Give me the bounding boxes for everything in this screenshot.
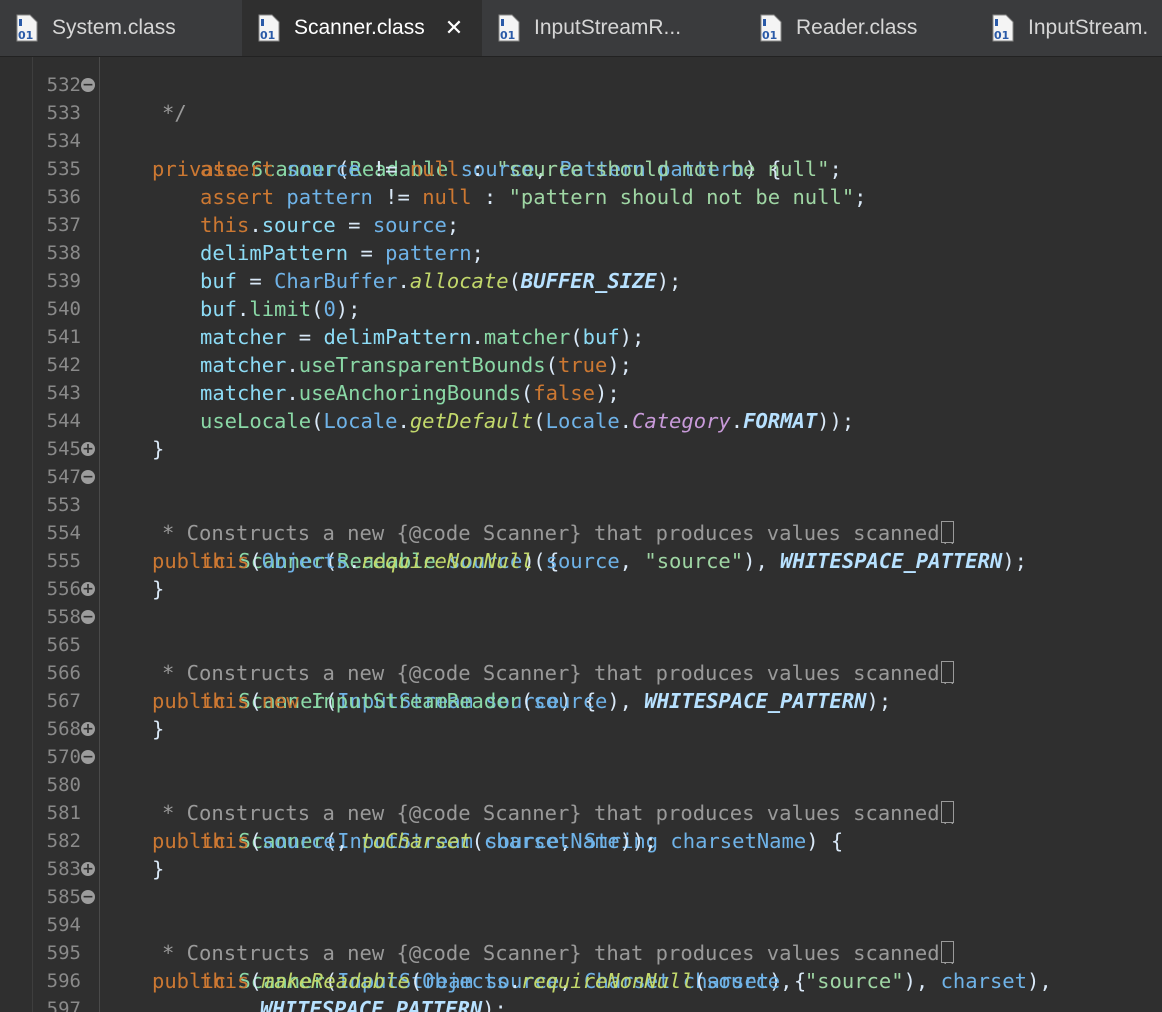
tab-label: InputStreamR... — [534, 16, 682, 39]
code-line: 544 } — [0, 379, 1162, 461]
editor-tab-bar: 01 System.class 01 Scanner.class ✕ 01 In… — [0, 0, 1162, 57]
code-line: 553 − public Scanner(Readable source) { — [0, 463, 1162, 573]
code-line: 532 */ — [0, 57, 1162, 125]
tab-scanner-class[interactable]: 01 Scanner.class ✕ — [242, 0, 482, 56]
svg-text:01: 01 — [762, 29, 777, 42]
code-line: 540 matcher = delimPattern.matcher(buf); — [0, 267, 1162, 349]
close-tab-icon[interactable]: ✕ — [445, 16, 463, 41]
code-line: 597 } — [0, 967, 1162, 1012]
code-line: 534 assert source != null : "source shou… — [0, 99, 1162, 181]
tab-system-class[interactable]: 01 System.class — [0, 0, 240, 56]
class-file-icon: 01 — [992, 14, 1014, 42]
tab-inputstreamreader-class[interactable]: 01 InputStreamR... — [482, 0, 744, 56]
code-line: 533 − private Scanner(Readable source, P… — [0, 71, 1162, 181]
code-line: 554 this(Objects.requireNonNull(source, … — [0, 491, 1162, 573]
code-line: 542 matcher.useAnchoringBounds(false); — [0, 323, 1162, 405]
fold-collapse-icon[interactable]: − — [81, 470, 95, 484]
code-line: 567 } — [0, 659, 1162, 741]
code-line: 583 — [0, 827, 1162, 880]
code-line: 595 this(makeReadable(Objects.requireNon… — [0, 911, 1162, 993]
class-file-icon: 01 — [16, 14, 38, 42]
code-line: 555 } — [0, 519, 1162, 601]
code-line: 536 this.source = source; — [0, 155, 1162, 237]
fold-expand-icon[interactable]: + — [81, 722, 95, 736]
tab-inputstream-class[interactable]: 01 InputStream. — [976, 0, 1162, 56]
code-line: 598 — [0, 995, 1162, 1012]
code-line: 566 this(new InputStreamReader(source), … — [0, 631, 1162, 713]
code-line: 541 matcher.useTransparentBounds(true); — [0, 295, 1162, 377]
code-line: 543 useLocale(Locale.getDefault(Locale.C… — [0, 351, 1162, 433]
code-line: 581 this(source, toCharset(charsetName))… — [0, 771, 1162, 853]
code-line: 538 buf = CharBuffer.allocate(BUFFER_SIZ… — [0, 211, 1162, 293]
fold-collapse-icon[interactable]: − — [81, 610, 95, 624]
fold-expand-icon[interactable]: + — [81, 862, 95, 876]
tab-reader-class[interactable]: 01 Reader.class — [744, 0, 974, 56]
tab-label: InputStream. — [1028, 16, 1149, 39]
svg-text:01: 01 — [18, 29, 33, 42]
code-line: 537 delimPattern = pattern; — [0, 183, 1162, 265]
class-file-icon: 01 — [760, 14, 782, 42]
code-line: 582 } — [0, 799, 1162, 881]
svg-text:01: 01 — [260, 29, 275, 42]
fold-expand-icon[interactable]: + — [81, 582, 95, 596]
tab-label: System.class — [52, 16, 176, 39]
code-line: 585 + * Constructs a new {@code Scanner}… — [0, 855, 1162, 966]
code-line: 547 + * Constructs a new {@code Scanner}… — [0, 435, 1162, 546]
code-line: 556 — [0, 547, 1162, 600]
fold-collapse-icon[interactable]: − — [81, 78, 95, 92]
class-file-icon: 01 — [258, 14, 280, 42]
code-line: 565 − public Scanner(InputStream source)… — [0, 603, 1162, 713]
fold-expand-icon[interactable]: + — [81, 442, 95, 456]
tab-label: Scanner.class — [294, 16, 425, 39]
svg-text:01: 01 — [500, 29, 515, 42]
code-line: 539 buf.limit(0); — [0, 239, 1162, 321]
tab-label: Reader.class — [796, 16, 918, 39]
code-line: 580 − public Scanner(InputStream source,… — [0, 743, 1162, 853]
code-line: 596 WHITESPACE_PATTERN); — [0, 939, 1162, 1012]
class-file-icon: 01 — [498, 14, 520, 42]
code-line: 568 — [0, 687, 1162, 740]
fold-collapse-icon[interactable]: − — [81, 890, 95, 904]
code-line: 558 + * Constructs a new {@code Scanner}… — [0, 575, 1162, 686]
code-line: 594 − public Scanner(InputStream source,… — [0, 883, 1162, 993]
svg-text:01: 01 — [994, 29, 1009, 42]
code-editor[interactable]: 532 */ 533 − private Scanner(Readable so… — [0, 57, 1162, 1012]
code-lines: 532 */ 533 − private Scanner(Readable so… — [0, 57, 1162, 1012]
code-line: 535 assert pattern != null : "pattern sh… — [0, 127, 1162, 209]
fold-collapse-icon[interactable]: − — [81, 750, 95, 764]
code-line: 545 — [0, 407, 1162, 460]
code-line: 570 + * Constructs a new {@code Scanner}… — [0, 715, 1162, 826]
